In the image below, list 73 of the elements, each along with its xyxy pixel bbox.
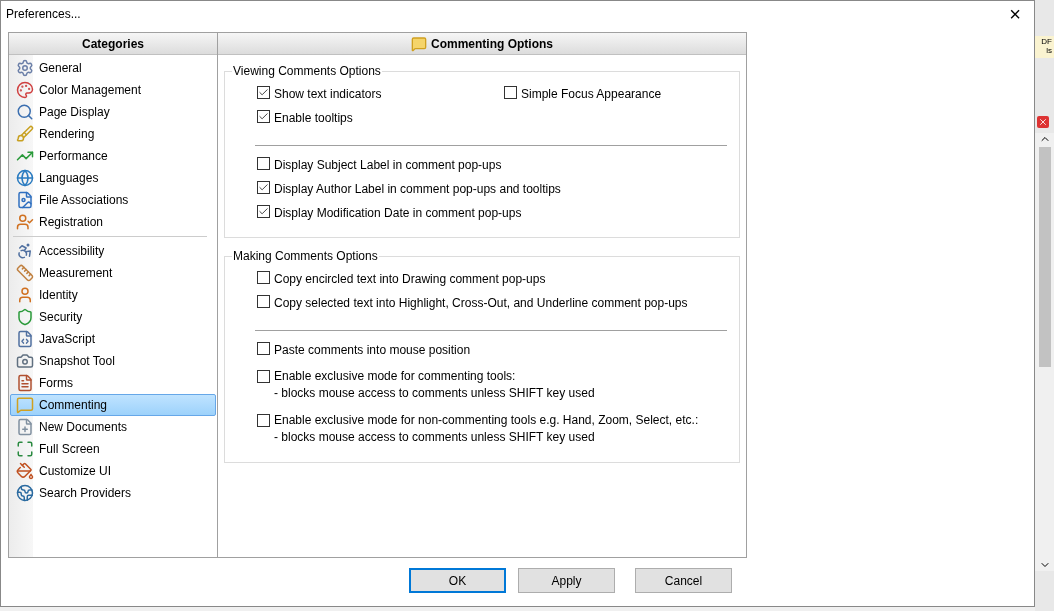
checkbox[interactable]: [257, 342, 270, 355]
option-label: Paste comments into mouse position: [274, 342, 471, 359]
scrollbar-thumb[interactable]: [1038, 147, 1051, 367]
category-item[interactable]: Accessibility: [10, 240, 216, 262]
close-button[interactable]: ×: [998, 2, 1032, 26]
full-screen-icon: [16, 440, 34, 458]
category-item[interactable]: JavaScript: [10, 328, 216, 350]
script-icon: [16, 330, 34, 348]
category-item[interactable]: Commenting: [10, 394, 216, 416]
category-item[interactable]: Languages: [10, 167, 216, 189]
toolbar-text: ls: [1046, 46, 1052, 55]
category-item[interactable]: Registration: [10, 211, 216, 233]
option-label: Enable exclusive mode for commenting tools:: [274, 368, 517, 385]
window-title: Preferences...: [6, 6, 81, 23]
panel-title: Commenting Options: [431, 35, 553, 53]
globe-icon: [16, 169, 34, 187]
close-icon: [1037, 116, 1049, 128]
toolbar-text: DF: [1041, 37, 1052, 46]
category-item[interactable]: Snapshot Tool: [10, 350, 216, 372]
option-label: Enable exclusive mode for non-commenting tools e.g. Hand, Zoom, Select, etc.:: [274, 412, 699, 429]
option-label: Copy encircled text into Drawing comment pop-ups: [274, 271, 546, 288]
option-label: Copy selected text into Highlight, Cross-Out, and Underline comment pop-ups: [274, 295, 688, 312]
category-item[interactable]: General: [10, 57, 216, 79]
category-item[interactable]: Search Providers: [10, 482, 216, 504]
option-label: Display Subject Label in comment pop-ups: [274, 157, 502, 174]
category-item[interactable]: Performance: [10, 145, 216, 167]
category-item[interactable]: Forms: [10, 372, 216, 394]
new-document-icon: [16, 418, 34, 436]
shield-icon: [16, 308, 34, 326]
option-note: - blocks mouse access to comments unless SHIFT key used: [274, 385, 595, 402]
file-image-icon: [16, 191, 34, 209]
form-icon: [16, 374, 34, 392]
checkbox[interactable]: [257, 157, 270, 170]
ruler-icon: [16, 264, 34, 282]
dialog-button[interactable]: OK: [409, 568, 506, 593]
category-item[interactable]: Color Management: [10, 79, 216, 101]
dialog-button[interactable]: Cancel: [635, 568, 732, 593]
option-label: Enable tooltips: [274, 110, 353, 127]
magnifier-icon: [16, 103, 34, 121]
option-label: Display Author Label in comment pop-ups and tooltips: [274, 181, 561, 198]
checkbox[interactable]: [257, 271, 270, 284]
option-label: Display Modification Date in comment pop-ups: [274, 205, 522, 222]
option-label: Simple Focus Appearance: [521, 86, 662, 103]
categories-header: Categories: [9, 33, 217, 55]
checkbox[interactable]: [257, 181, 270, 194]
group-title: Making Comments Options: [232, 248, 379, 264]
category-item[interactable]: File Associations: [10, 189, 216, 211]
checkbox[interactable]: [257, 295, 270, 308]
checkbox[interactable]: [504, 86, 517, 99]
category-item[interactable]: Page Display: [10, 101, 216, 123]
category-item[interactable]: Security: [10, 306, 216, 328]
paint-icon: [16, 462, 34, 480]
group-title: Viewing Comments Options: [232, 63, 382, 79]
user-icon: [16, 286, 34, 304]
checkbox[interactable]: [257, 370, 270, 383]
checkbox[interactable]: [257, 86, 270, 99]
option-note: - blocks mouse access to comments unless SHIFT key used: [274, 429, 596, 446]
category-item[interactable]: New Documents: [10, 416, 216, 438]
category-item[interactable]: Customize UI: [10, 460, 216, 482]
gears-icon: [16, 59, 34, 77]
category-item[interactable]: Rendering: [10, 123, 216, 145]
category-item[interactable]: Measurement: [10, 262, 216, 284]
checkbox[interactable]: [257, 414, 270, 427]
dialog-button[interactable]: Apply: [518, 568, 615, 593]
camera-icon: [16, 352, 34, 370]
category-item[interactable]: Identity: [10, 284, 216, 306]
checkbox[interactable]: [257, 110, 270, 123]
accessibility-icon: [16, 242, 34, 260]
checkbox[interactable]: [257, 205, 270, 218]
category-item[interactable]: Full Screen: [10, 438, 216, 460]
globe-icon: [16, 484, 34, 502]
brush-icon: [16, 125, 34, 143]
option-label: Show text indicators: [274, 86, 382, 103]
